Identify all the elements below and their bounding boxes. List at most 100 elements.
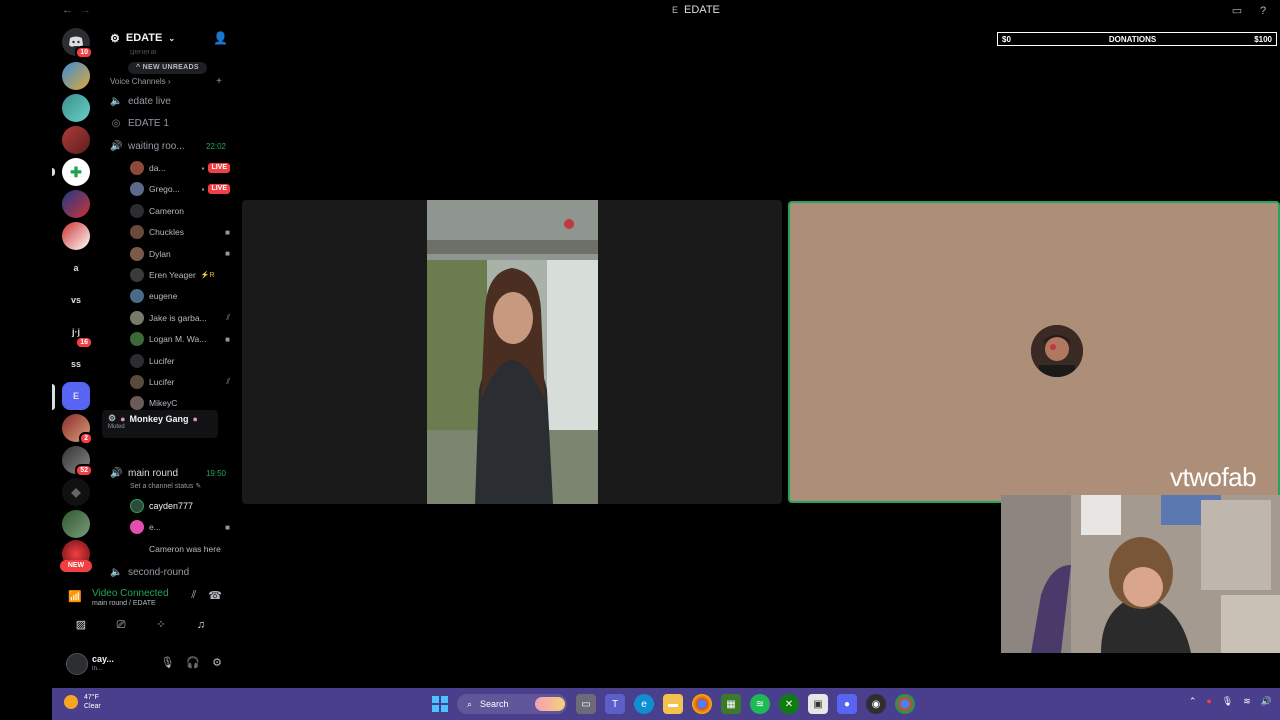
channel-status-text: Set a channel status	[130, 483, 194, 490]
channel-waiting-room[interactable]: 🔊 waiting roo... 22:02	[110, 137, 234, 155]
xbox-icon[interactable]: ✕	[779, 694, 799, 714]
voice-user[interactable]: Logan M. Wa... ■	[130, 330, 234, 348]
search-highlight-icon	[535, 697, 565, 711]
screen-share-button[interactable]: ⎚	[110, 616, 132, 634]
voice-user[interactable]: Dylan ■	[130, 245, 234, 263]
username[interactable]: cay...	[92, 654, 114, 664]
voice-user-name: Cameron was here	[149, 543, 221, 554]
server-icon-13[interactable]: ◆	[62, 478, 90, 506]
chevron-up-icon[interactable]: ⌃	[1189, 696, 1197, 707]
voice-user[interactable]: da... ▪ LIVE	[130, 159, 234, 177]
channel-main-round[interactable]: 🔊 main round 19:50	[110, 464, 234, 482]
signal-icon[interactable]: 📶	[68, 590, 82, 603]
store-icon[interactable]: ▣	[808, 694, 828, 714]
server-edate[interactable]: E	[62, 382, 90, 410]
help-icon[interactable]: ?	[1256, 4, 1270, 18]
server-icon-4[interactable]: ✚	[62, 158, 90, 186]
hidden-channel-label: general	[130, 50, 157, 55]
edge-icon[interactable]: e	[634, 694, 654, 714]
channel-status[interactable]: Set a channel status ✎	[130, 482, 201, 490]
server-header[interactable]: ⚙ EDATE ⌄ 👤	[100, 22, 236, 54]
soundboard-button[interactable]: ♫	[190, 616, 212, 634]
category-chevron-icon: ›	[167, 77, 171, 86]
weather-condition: Clear	[84, 703, 101, 710]
activities-button[interactable]: ⁘	[150, 616, 172, 634]
noise-suppression-icon[interactable]: ⫽	[191, 589, 196, 602]
avatar	[130, 375, 144, 389]
voice-user[interactable]: Eren Yeager ⚡R	[130, 266, 234, 284]
weather-widget[interactable]: 47°F Clear	[64, 693, 101, 711]
webcam-overlay	[1001, 495, 1280, 653]
avatar	[130, 182, 144, 197]
voice-status[interactable]: Video Connected	[92, 588, 169, 599]
voice-user-name: Lucifer	[149, 355, 175, 366]
back-arrow-icon[interactable]: ←	[62, 4, 73, 16]
server-icon-11[interactable]: 2	[62, 414, 93, 445]
voice-user[interactable]: Lucifer	[130, 352, 234, 370]
discord-taskbar-icon[interactable]: ●	[837, 694, 857, 714]
voice-user[interactable]: Cameron was here	[130, 540, 234, 558]
add-channel-icon[interactable]: +	[216, 76, 222, 87]
chrome-icon[interactable]	[692, 694, 712, 714]
voice-user[interactable]: Cameron	[130, 202, 234, 220]
taskbar-search[interactable]: ⌕ Search	[457, 694, 567, 714]
teams-icon[interactable]: T	[605, 694, 625, 714]
chrome-alt-icon[interactable]	[895, 694, 915, 714]
settings-gear-icon[interactable]: ⚙	[212, 656, 222, 669]
disconnect-icon[interactable]: ☎	[208, 589, 222, 602]
channel-label: main round	[128, 467, 179, 479]
obs-icon[interactable]: ◉	[866, 694, 886, 714]
voice-user[interactable]: eugene	[130, 287, 234, 305]
live-badge: LIVE	[208, 163, 230, 173]
mic-tray-icon[interactable]: 🎙	[1222, 696, 1233, 707]
minecraft-icon[interactable]: ▦	[721, 694, 741, 714]
participant-video-frame	[427, 200, 598, 504]
spotify-icon[interactable]: ≋	[750, 694, 770, 714]
category-voice-channels[interactable]: Voice Channels › +	[110, 76, 230, 87]
server-icon-2[interactable]	[62, 94, 90, 122]
task-view-icon[interactable]: ▭	[576, 694, 596, 714]
voice-user[interactable]: Jake is garba... ⫽	[130, 309, 234, 327]
headphones-icon[interactable]: 🎧	[186, 656, 200, 669]
server-icon-5[interactable]	[62, 190, 90, 218]
server-icon-12[interactable]: 52	[62, 446, 93, 477]
voice-user-name: e...	[149, 522, 161, 533]
server-vs[interactable]: vs	[62, 286, 90, 314]
file-explorer-icon[interactable]: ▬	[663, 694, 683, 714]
direct-messages-button[interactable]: 10	[62, 28, 93, 59]
server-icon-6[interactable]	[62, 222, 90, 250]
voice-user[interactable]: Grego... ▪ LIVE	[130, 180, 234, 198]
forward-arrow-icon[interactable]: →	[80, 4, 91, 16]
inbox-icon[interactable]: ▭	[1230, 4, 1244, 18]
donation-bar: $0 DONATIONS $100	[997, 32, 1277, 46]
channel-edate-live[interactable]: 🔈 edate live	[110, 92, 234, 110]
volume-icon[interactable]: 🔊	[1261, 696, 1272, 707]
microphone-icon[interactable]: 🎙	[160, 656, 174, 669]
tray-app-icon[interactable]: ●	[1206, 696, 1211, 707]
avatar	[130, 520, 144, 535]
avatar[interactable]	[66, 653, 88, 675]
participant-video[interactable]	[427, 200, 598, 504]
participant-avatar[interactable]	[1031, 325, 1083, 377]
user-status: In...	[92, 666, 103, 672]
server-icon-14[interactable]	[62, 510, 90, 538]
channel-edate-1[interactable]: ◎ EDATE 1	[110, 114, 234, 132]
new-unreads-pill[interactable]: ^ NEW UNREADS	[128, 62, 207, 74]
wifi-icon[interactable]: ≋	[1243, 696, 1251, 707]
edit-icon: ✎	[195, 483, 202, 490]
voice-user[interactable]: Lucifer ⫽	[130, 373, 234, 391]
server-jj[interactable]: j·j 16	[62, 318, 93, 349]
voice-user[interactable]: e... ■	[130, 518, 234, 536]
camera-off-button[interactable]: ▨	[70, 616, 92, 634]
voice-user[interactable]: cayden777	[130, 497, 234, 515]
channel-second-round[interactable]: 🔈 second-round	[110, 567, 234, 577]
new-servers-badge[interactable]: NEW	[60, 560, 92, 572]
server-ss[interactable]: ss	[62, 350, 90, 378]
invite-icon[interactable]: 👤	[213, 31, 228, 45]
windows-start-icon[interactable]	[432, 696, 448, 712]
voice-user[interactable]: Chuckles ■	[130, 223, 234, 241]
server-a[interactable]: a	[62, 254, 90, 282]
server-icon-3[interactable]	[62, 126, 90, 154]
server-icon-1[interactable]	[62, 62, 90, 90]
voice-location[interactable]: main round / EDATE	[92, 600, 156, 607]
